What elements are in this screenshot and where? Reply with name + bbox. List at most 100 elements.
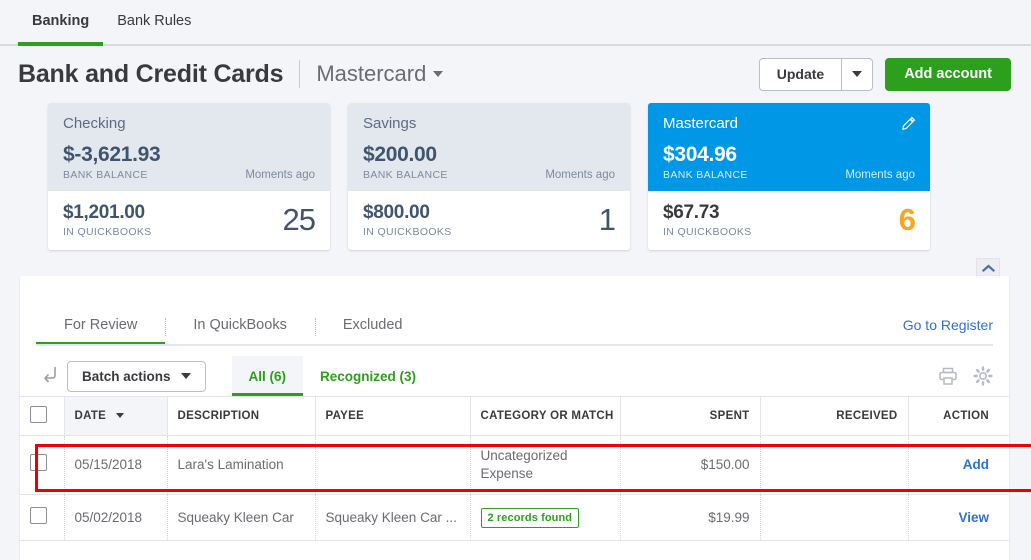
account-card-subrow: BANK BALANCE Moments ago (663, 169, 915, 181)
row-select-cell (20, 435, 65, 496)
cell-category[interactable]: Uncategorized Expense (470, 435, 621, 496)
column-header-received[interactable]: RECEIVED (760, 396, 909, 436)
view-transaction-link[interactable]: View (958, 510, 989, 525)
cell-action: View (908, 494, 1009, 542)
column-header-payee[interactable]: PAYEE (315, 396, 471, 436)
quickbooks-balance: $800.00 (363, 202, 430, 223)
row-checkbox[interactable] (30, 454, 47, 472)
table-row[interactable]: 05/02/2018 Squeaky Kleen Car Squeaky Kle… (20, 494, 1009, 542)
transaction-count: 6 (898, 202, 916, 237)
last-updated-text: Moments ago (245, 169, 315, 181)
cell-description: Squeaky Kleen Car (167, 494, 316, 542)
column-header-date[interactable]: DATE (64, 396, 168, 436)
add-account-button[interactable]: Add account (885, 57, 1011, 91)
account-card-checking[interactable]: Checking $-3,621.93 BANK BALANCE Moments… (48, 103, 330, 250)
account-card-header: Checking $-3,621.93 BANK BALANCE Moments… (48, 103, 330, 191)
bank-balance-label: BANK BALANCE (363, 169, 448, 181)
account-card-mastercard[interactable]: Mastercard $304.96 BANK BALANCE Moments … (648, 103, 930, 250)
tab-banking[interactable]: Banking (18, 0, 104, 46)
print-icon[interactable] (938, 367, 958, 386)
undo-arrow-icon[interactable] (40, 366, 57, 386)
tab-bank-rules[interactable]: Bank Rules (103, 0, 205, 46)
transaction-count: 25 (282, 202, 316, 237)
account-card-name: Mastercard (663, 115, 739, 132)
cell-received (760, 494, 909, 542)
column-header-action: ACTION (908, 396, 1009, 436)
quickbooks-balance: $1,201.00 (63, 202, 145, 223)
collapse-cards-button[interactable] (976, 258, 1000, 277)
table-header-row: DATE DESCRIPTION PAYEE CATEGORY OR MATCH… (20, 396, 1009, 436)
transactions-table: DATE DESCRIPTION PAYEE CATEGORY OR MATCH… (20, 396, 1009, 542)
filter-tab-recognized[interactable]: Recognized (3) (303, 356, 433, 396)
filter-tab-all-label: All (6) (248, 368, 287, 384)
account-card-bank-balance: $304.96 (663, 143, 737, 166)
review-subtabs: For Review In QuickBooks Excluded (36, 317, 430, 346)
filter-tab-all[interactable]: All (6) (231, 356, 304, 396)
transactions-panel: For Review In QuickBooks Excluded Go to … (20, 276, 1031, 560)
subtab-in-quickbooks[interactable]: In QuickBooks (165, 317, 315, 346)
account-card-footer: $1,201.00 IN QUICKBOOKS 25 (48, 191, 330, 250)
column-header-payee-label: PAYEE (325, 410, 365, 422)
header-actions: Update Add account (758, 57, 1011, 91)
column-header-spent[interactable]: SPENT (620, 396, 761, 436)
cell-category[interactable]: 2 records found (470, 494, 621, 542)
toolbar-icons (938, 366, 993, 386)
filter-tabs: All (6) Recognized (3) (231, 356, 434, 396)
account-card-qb-block: $1,201.00 IN QUICKBOOKS (63, 202, 152, 238)
batch-actions-label: Batch actions (82, 368, 171, 384)
chevron-down-icon (180, 373, 191, 379)
column-header-action-label: ACTION (943, 410, 989, 422)
column-header-spent-label: SPENT (709, 410, 750, 422)
edit-pencil-icon[interactable] (901, 116, 916, 136)
row-checkbox[interactable] (30, 506, 47, 524)
chevron-down-icon (852, 71, 863, 77)
quickbooks-balance: $67.73 (663, 202, 720, 223)
account-card-subrow: BANK BALANCE Moments ago (363, 169, 615, 181)
update-button[interactable]: Update (758, 57, 842, 91)
cell-description: Lara's Lamination (167, 435, 316, 496)
select-all-checkbox[interactable] (30, 406, 47, 423)
column-header-description[interactable]: DESCRIPTION (167, 396, 316, 436)
last-updated-text: Moments ago (845, 169, 915, 181)
batch-actions-button[interactable]: Batch actions (67, 360, 206, 392)
records-found-badge: 2 records found (480, 507, 580, 529)
account-cards: Checking $-3,621.93 BANK BALANCE Moments… (0, 97, 1031, 250)
cell-received (760, 435, 909, 496)
cell-payee: Squeaky Kleen Car ... (315, 494, 471, 542)
select-all-header (20, 396, 65, 436)
tab-bank-rules-label: Bank Rules (117, 13, 192, 29)
subtab-in-quickbooks-label: In QuickBooks (193, 317, 287, 333)
subtab-for-review-label: For Review (64, 317, 138, 333)
cell-spent: $19.99 (620, 494, 761, 542)
add-transaction-link[interactable]: Add (963, 457, 989, 472)
account-selector[interactable]: Mastercard (316, 61, 444, 87)
review-subtabs-row: For Review In QuickBooks Excluded Go to … (20, 276, 1009, 346)
account-card-savings[interactable]: Savings $200.00 BANK BALANCE Moments ago… (348, 103, 630, 250)
subtab-excluded-label: Excluded (342, 317, 403, 333)
update-dropdown-button[interactable] (841, 57, 874, 91)
bank-balance-label: BANK BALANCE (663, 169, 748, 181)
go-to-register-link[interactable]: Go to Register (903, 317, 993, 346)
table-body: 05/15/2018 Lara's Lamination Uncategoriz… (20, 435, 1009, 542)
row-select-cell (20, 494, 65, 542)
table-row[interactable]: 05/15/2018 Lara's Lamination Uncategoriz… (20, 435, 1009, 496)
column-header-category[interactable]: CATEGORY OR MATCH (470, 396, 621, 436)
transaction-count: 1 (598, 202, 616, 237)
account-card-qb-block: $800.00 IN QUICKBOOKS (363, 202, 452, 238)
subtab-for-review[interactable]: For Review (36, 317, 166, 346)
tab-banking-label: Banking (32, 13, 90, 29)
gear-icon[interactable] (973, 366, 993, 386)
subtab-excluded[interactable]: Excluded (314, 317, 431, 346)
collapse-cards-row (0, 250, 1031, 277)
page-title: Bank and Credit Cards (18, 59, 284, 88)
account-card-bank-balance: $200.00 (363, 143, 437, 166)
account-card-footer: $800.00 IN QUICKBOOKS 1 (348, 191, 630, 250)
bank-balance-label: BANK BALANCE (63, 169, 148, 181)
column-header-received-label: RECEIVED (836, 410, 898, 422)
last-updated-text: Moments ago (545, 169, 615, 181)
account-selector-label: Mastercard (316, 61, 427, 86)
account-card-header: Savings $200.00 BANK BALANCE Moments ago (348, 103, 630, 191)
quickbooks-balance-label: IN QUICKBOOKS (363, 226, 452, 238)
quickbooks-balance-label: IN QUICKBOOKS (63, 226, 152, 238)
cell-action: Add (908, 435, 1009, 496)
